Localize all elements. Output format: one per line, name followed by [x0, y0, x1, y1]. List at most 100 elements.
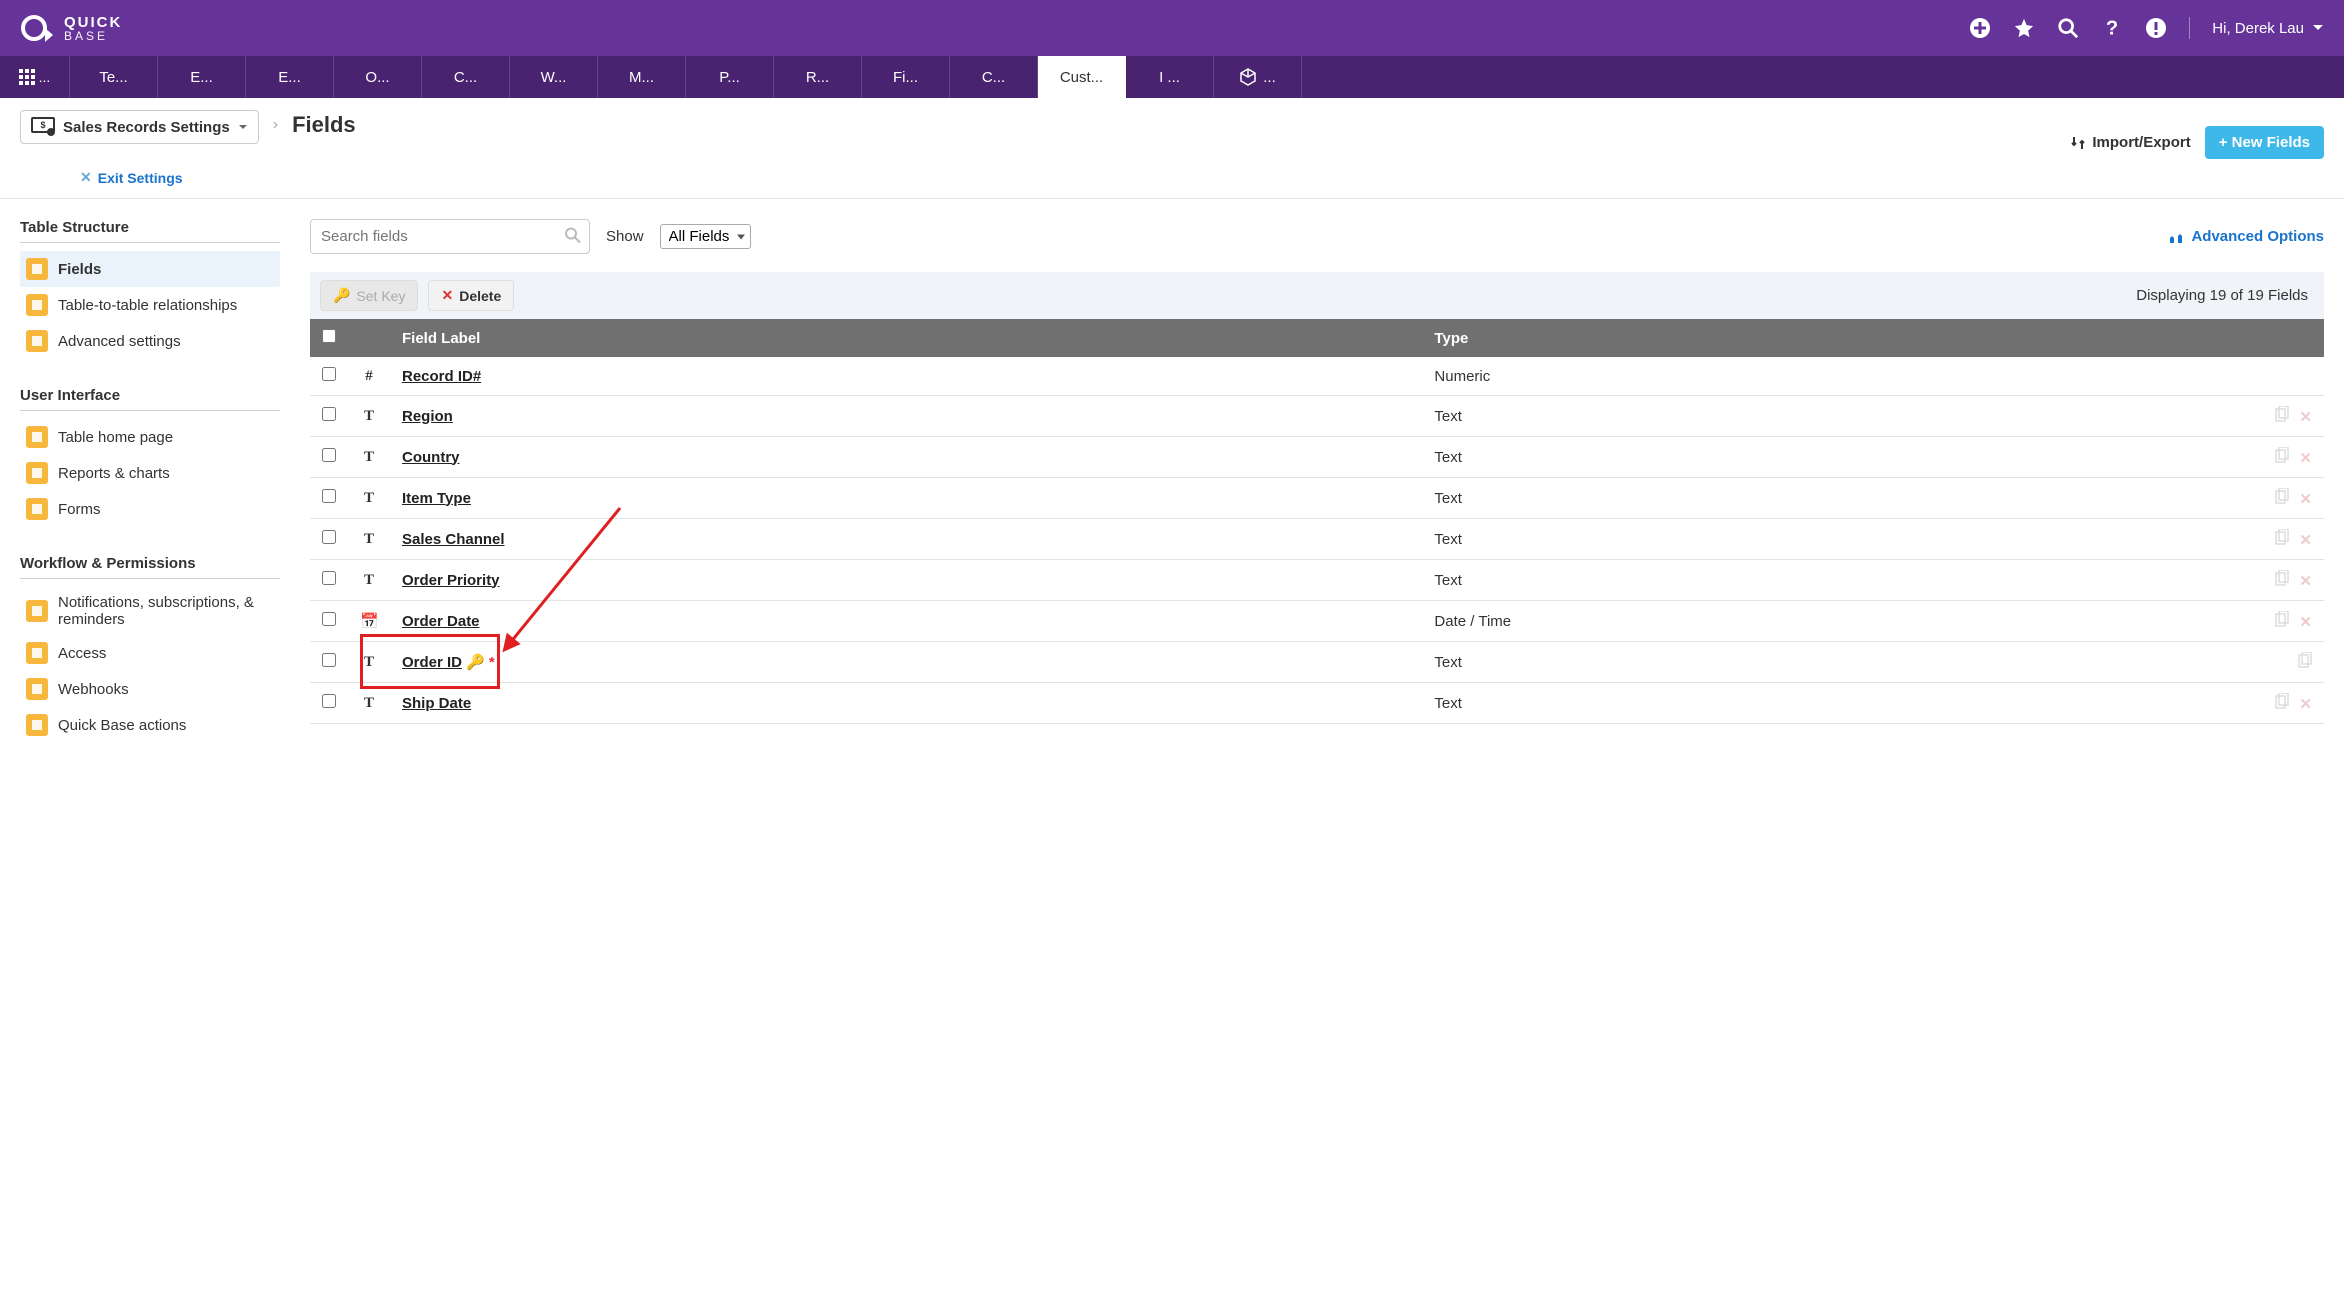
nav-tab[interactable]: R... [774, 56, 862, 98]
user-menu[interactable]: Hi, Derek Lau [2212, 20, 2324, 37]
field-type-icon: T [348, 437, 390, 478]
copy-icon[interactable] [2275, 488, 2289, 508]
sidebar-item[interactable]: Advanced settings [20, 323, 280, 359]
table-row: TOrder PriorityText✕ [310, 560, 2324, 601]
nav-tab[interactable]: E... [246, 56, 334, 98]
field-label-link[interactable]: Country [402, 449, 460, 466]
field-type: Numeric [1422, 357, 2244, 396]
sidebar-item[interactable]: Fields [20, 251, 280, 287]
delete-row-icon[interactable]: ✕ [2299, 449, 2312, 467]
sidebar-item-icon [26, 462, 48, 484]
nav-tab[interactable]: C... [422, 56, 510, 98]
nav-tab[interactable]: E... [158, 56, 246, 98]
row-checkbox[interactable] [322, 367, 336, 381]
search-icon[interactable] [2057, 17, 2079, 39]
table-row: TSales ChannelText✕ [310, 519, 2324, 560]
copy-icon[interactable] [2275, 570, 2289, 590]
nav-tab[interactable]: W... [510, 56, 598, 98]
sidebar-item[interactable]: Forms [20, 491, 280, 527]
sidebar-item[interactable]: Notifications, subscriptions, & reminder… [20, 587, 280, 635]
row-checkbox[interactable] [322, 530, 336, 544]
nav-tab[interactable]: C... [950, 56, 1038, 98]
delete-row-icon[interactable]: ✕ [2299, 408, 2312, 426]
import-export-button[interactable]: Import/Export [2070, 134, 2190, 151]
action-bar: 🔑 Set Key ✕ Delete Displaying 19 of 19 F… [310, 272, 2324, 319]
field-type: Text [1422, 437, 2244, 478]
sidebar-item[interactable]: Table-to-table relationships [20, 287, 280, 323]
copy-icon[interactable] [2275, 611, 2289, 631]
row-checkbox[interactable] [322, 448, 336, 462]
delete-icon: ✕ [441, 287, 453, 304]
apps-menu-icon[interactable]: ... [0, 56, 70, 98]
copy-icon[interactable] [2275, 406, 2289, 426]
nav-tab[interactable]: Fi... [862, 56, 950, 98]
copy-icon[interactable] [2275, 447, 2289, 467]
nav-tab[interactable]: ... [1214, 56, 1302, 98]
add-icon[interactable] [1969, 17, 1991, 39]
advanced-options-link[interactable]: Advanced Options [2169, 228, 2324, 245]
svg-text:?: ? [2106, 17, 2118, 39]
select-all-checkbox[interactable] [322, 329, 336, 343]
content-toolbar: Show All Fields Advanced Options [310, 219, 2324, 254]
copy-icon[interactable] [2298, 652, 2312, 672]
row-checkbox[interactable] [322, 489, 336, 503]
sidebar-item-label: Webhooks [58, 681, 129, 698]
field-label-link[interactable]: Order Priority [402, 572, 500, 589]
copy-icon[interactable] [2275, 529, 2289, 549]
col-type[interactable]: Type [1422, 319, 2244, 357]
breadcrumb-separator: › [273, 110, 278, 134]
delete-button[interactable]: ✕ Delete [428, 280, 514, 311]
set-key-button: 🔑 Set Key [320, 280, 418, 311]
nav-tabs: ... Te...E...E...O...C...W...M...P...R..… [0, 56, 2344, 98]
sidebar-item-label: Table home page [58, 429, 173, 446]
sidebar-item[interactable]: Access [20, 635, 280, 671]
field-label-link[interactable]: Ship Date [402, 695, 471, 712]
nav-tab[interactable]: M... [598, 56, 686, 98]
nav-tab[interactable]: P... [686, 56, 774, 98]
nav-tab[interactable]: Cust... [1038, 56, 1126, 98]
help-icon[interactable]: ? [2101, 17, 2123, 39]
field-label-link[interactable]: Order ID [402, 654, 462, 671]
sidebar-item[interactable]: Webhooks [20, 671, 280, 707]
brand-logo[interactable]: QUICK BASE [20, 11, 122, 45]
row-checkbox[interactable] [322, 612, 336, 626]
table-row: T Country Text ✕ [310, 437, 2324, 478]
exit-settings-link[interactable]: ✕ Exit Settings [80, 169, 2324, 186]
row-checkbox[interactable] [322, 694, 336, 708]
row-checkbox[interactable] [322, 571, 336, 585]
alert-icon[interactable] [2145, 17, 2167, 39]
tools-icon [2169, 229, 2185, 245]
col-field-label[interactable]: Field Label [390, 319, 1422, 357]
sidebar-item[interactable]: Reports & charts [20, 455, 280, 491]
field-label-link[interactable]: Sales Channel [402, 531, 505, 548]
row-checkbox[interactable] [322, 407, 336, 421]
sidebar-item-label: Reports & charts [58, 465, 170, 482]
sidebar-item-icon [26, 294, 48, 316]
search-input[interactable] [310, 219, 590, 254]
field-type-icon: T [348, 478, 390, 519]
sidebar-item[interactable]: Table home page [20, 419, 280, 455]
field-label-link[interactable]: Order Date [402, 613, 480, 630]
field-label-link[interactable]: Region [402, 408, 453, 425]
import-export-icon [2070, 135, 2086, 151]
delete-row-icon[interactable]: ✕ [2299, 572, 2312, 590]
nav-tab[interactable]: Te... [70, 56, 158, 98]
delete-row-icon[interactable]: ✕ [2299, 695, 2312, 713]
delete-row-icon[interactable]: ✕ [2299, 490, 2312, 508]
sidebar-item[interactable]: Quick Base actions [20, 707, 280, 743]
row-checkbox[interactable] [322, 653, 336, 667]
chevron-down-icon [2312, 22, 2324, 34]
required-icon: * [489, 654, 495, 671]
star-icon[interactable] [2013, 17, 2035, 39]
show-filter-select[interactable]: All Fields [660, 224, 751, 249]
delete-row-icon[interactable]: ✕ [2299, 531, 2312, 549]
copy-icon[interactable] [2275, 693, 2289, 713]
page-title: Fields [292, 110, 356, 138]
nav-tab[interactable]: O... [334, 56, 422, 98]
field-label-link[interactable]: Record ID# [402, 368, 481, 385]
nav-tab[interactable]: I ... [1126, 56, 1214, 98]
table-settings-dropdown[interactable]: $ Sales Records Settings [20, 110, 259, 144]
new-fields-button[interactable]: + New Fields [2205, 126, 2324, 159]
delete-row-icon[interactable]: ✕ [2299, 613, 2312, 631]
field-label-link[interactable]: Item Type [402, 490, 471, 507]
